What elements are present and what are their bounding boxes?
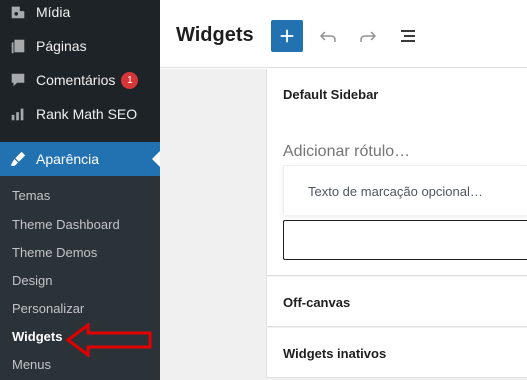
add-block-button[interactable] <box>271 20 303 52</box>
label-input[interactable]: Adicionar rótulo… <box>283 143 410 161</box>
annotation-arrow <box>66 323 152 357</box>
menu-item-comments[interactable]: Comentários 1 <box>0 63 160 97</box>
widget-area-default-sidebar[interactable]: Default Sidebar Adicionar rótulo… Texto … <box>266 69 527 276</box>
widget-canvas: Default Sidebar Adicionar rótulo… Texto … <box>160 69 527 380</box>
submenu-item-themes[interactable]: Temas <box>12 186 50 206</box>
undo-icon <box>319 31 336 42</box>
redo-button[interactable] <box>356 24 380 48</box>
submenu-item-widgets[interactable]: Widgets <box>12 327 62 347</box>
list-view-icon <box>401 30 415 42</box>
editor-header: Widgets <box>160 0 527 68</box>
widget-area-title[interactable]: Default Sidebar <box>283 87 378 102</box>
paintbrush-icon <box>0 150 36 168</box>
menu-item-rank-math[interactable]: Rank Math SEO <box>0 97 160 131</box>
comment-count-badge: 1 <box>121 71 139 89</box>
widget-area-inactive[interactable]: Widgets inativos <box>266 328 527 378</box>
menu-label: Páginas <box>36 38 87 54</box>
page-title: Widgets <box>176 24 254 46</box>
submenu-item-menus[interactable]: Menus <box>12 355 51 375</box>
menu-label: Aparência <box>36 151 100 167</box>
block-input-box[interactable] <box>283 220 527 260</box>
media-icon <box>0 3 36 21</box>
redo-icon <box>360 31 377 42</box>
markup-text-input[interactable]: Texto de marcação opcional… <box>283 165 527 215</box>
submenu-item-theme-demos[interactable]: Theme Demos <box>12 243 97 263</box>
rank-math-icon <box>0 105 36 123</box>
undo-button[interactable] <box>316 24 340 48</box>
menu-item-media[interactable]: Mídia <box>0 0 160 29</box>
comments-icon <box>0 71 36 89</box>
menu-label: Rank Math SEO <box>36 106 138 122</box>
submenu-item-theme-dashboard[interactable]: Theme Dashboard <box>12 215 120 235</box>
widget-area-off-canvas[interactable]: Off-canvas <box>266 277 527 327</box>
widget-area-title[interactable]: Off-canvas <box>283 295 350 310</box>
menu-label: Mídia <box>36 4 71 20</box>
menu-item-appearance[interactable]: Aparência <box>0 142 160 176</box>
plus-icon <box>280 29 294 43</box>
list-view-button[interactable] <box>396 24 420 48</box>
submenu-item-customize[interactable]: Personalizar <box>12 299 84 319</box>
menu-item-pages[interactable]: Páginas <box>0 29 160 63</box>
menu-label: Comentários <box>36 72 116 88</box>
widget-area-title[interactable]: Widgets inativos <box>283 346 386 361</box>
pages-icon <box>0 37 36 55</box>
submenu-item-design[interactable]: Design <box>12 271 52 291</box>
